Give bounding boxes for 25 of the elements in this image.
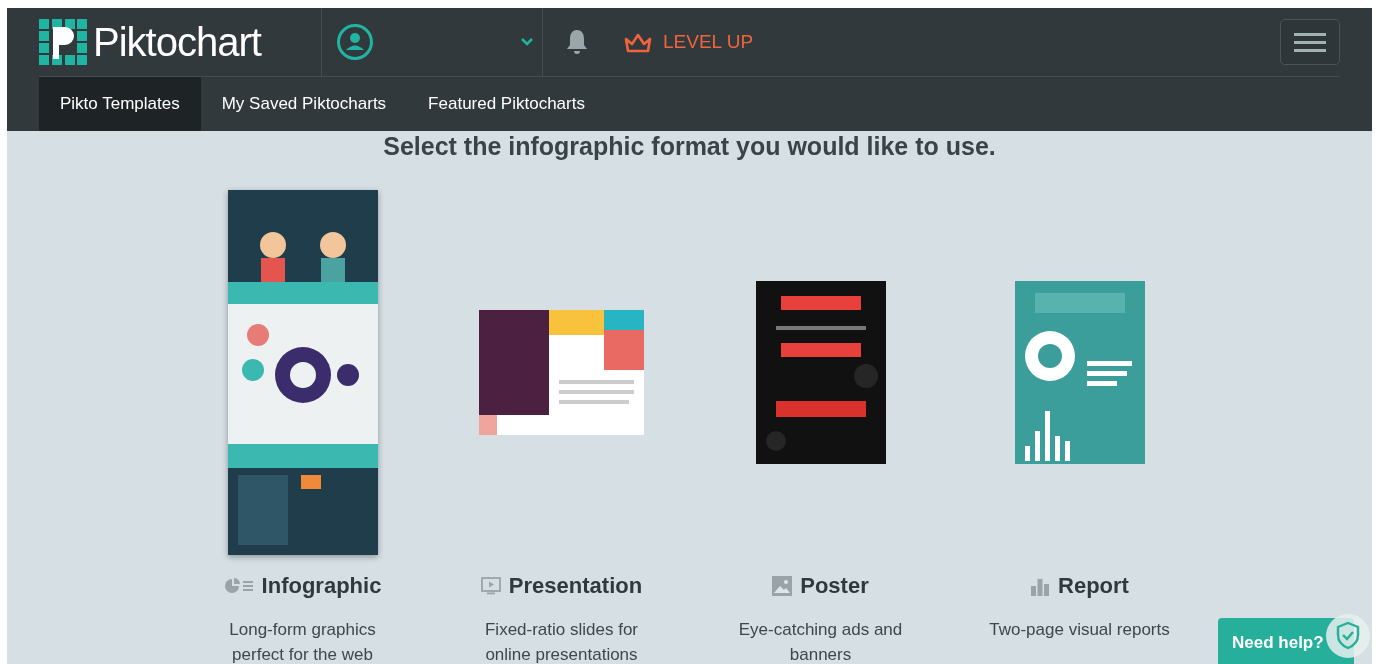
- format-title[interactable]: Poster: [800, 573, 869, 599]
- image-icon: [772, 576, 793, 596]
- tab[interactable]: My Saved Piktocharts: [200, 77, 408, 131]
- avatar-icon: [336, 23, 374, 61]
- menu-icon: [1294, 31, 1326, 53]
- chevron-down-icon: [520, 37, 534, 47]
- format-description: Two-page visual reports: [988, 619, 1171, 641]
- bar-chart-icon: [1030, 576, 1051, 596]
- format-description: Fixed-ratio slides for online presentations: [483, 619, 640, 664]
- page-heading: Select the infographic format you would like to use.: [382, 131, 997, 160]
- level-up-link[interactable]: LEVEL UP: [623, 31, 754, 53]
- logo-icon: [39, 19, 87, 65]
- screen-play-icon: [480, 577, 501, 595]
- crown-icon: [623, 31, 653, 53]
- format-title[interactable]: Report: [1058, 573, 1129, 599]
- format-description: Long-form graphics perfect for the web: [228, 619, 377, 664]
- logo[interactable]: Piktochart: [93, 19, 261, 65]
- tab[interactable]: Pikto Templates: [39, 77, 201, 131]
- bell-icon[interactable]: [565, 29, 589, 55]
- chart-legend-icon: [223, 578, 254, 594]
- format-description: Eye-catching ads and banners: [737, 619, 904, 664]
- tab[interactable]: Featured Piktocharts: [407, 77, 606, 131]
- format-title[interactable]: Infographic: [261, 573, 382, 599]
- menu-button[interactable]: [1280, 19, 1340, 65]
- format-title[interactable]: Presentation: [508, 573, 643, 599]
